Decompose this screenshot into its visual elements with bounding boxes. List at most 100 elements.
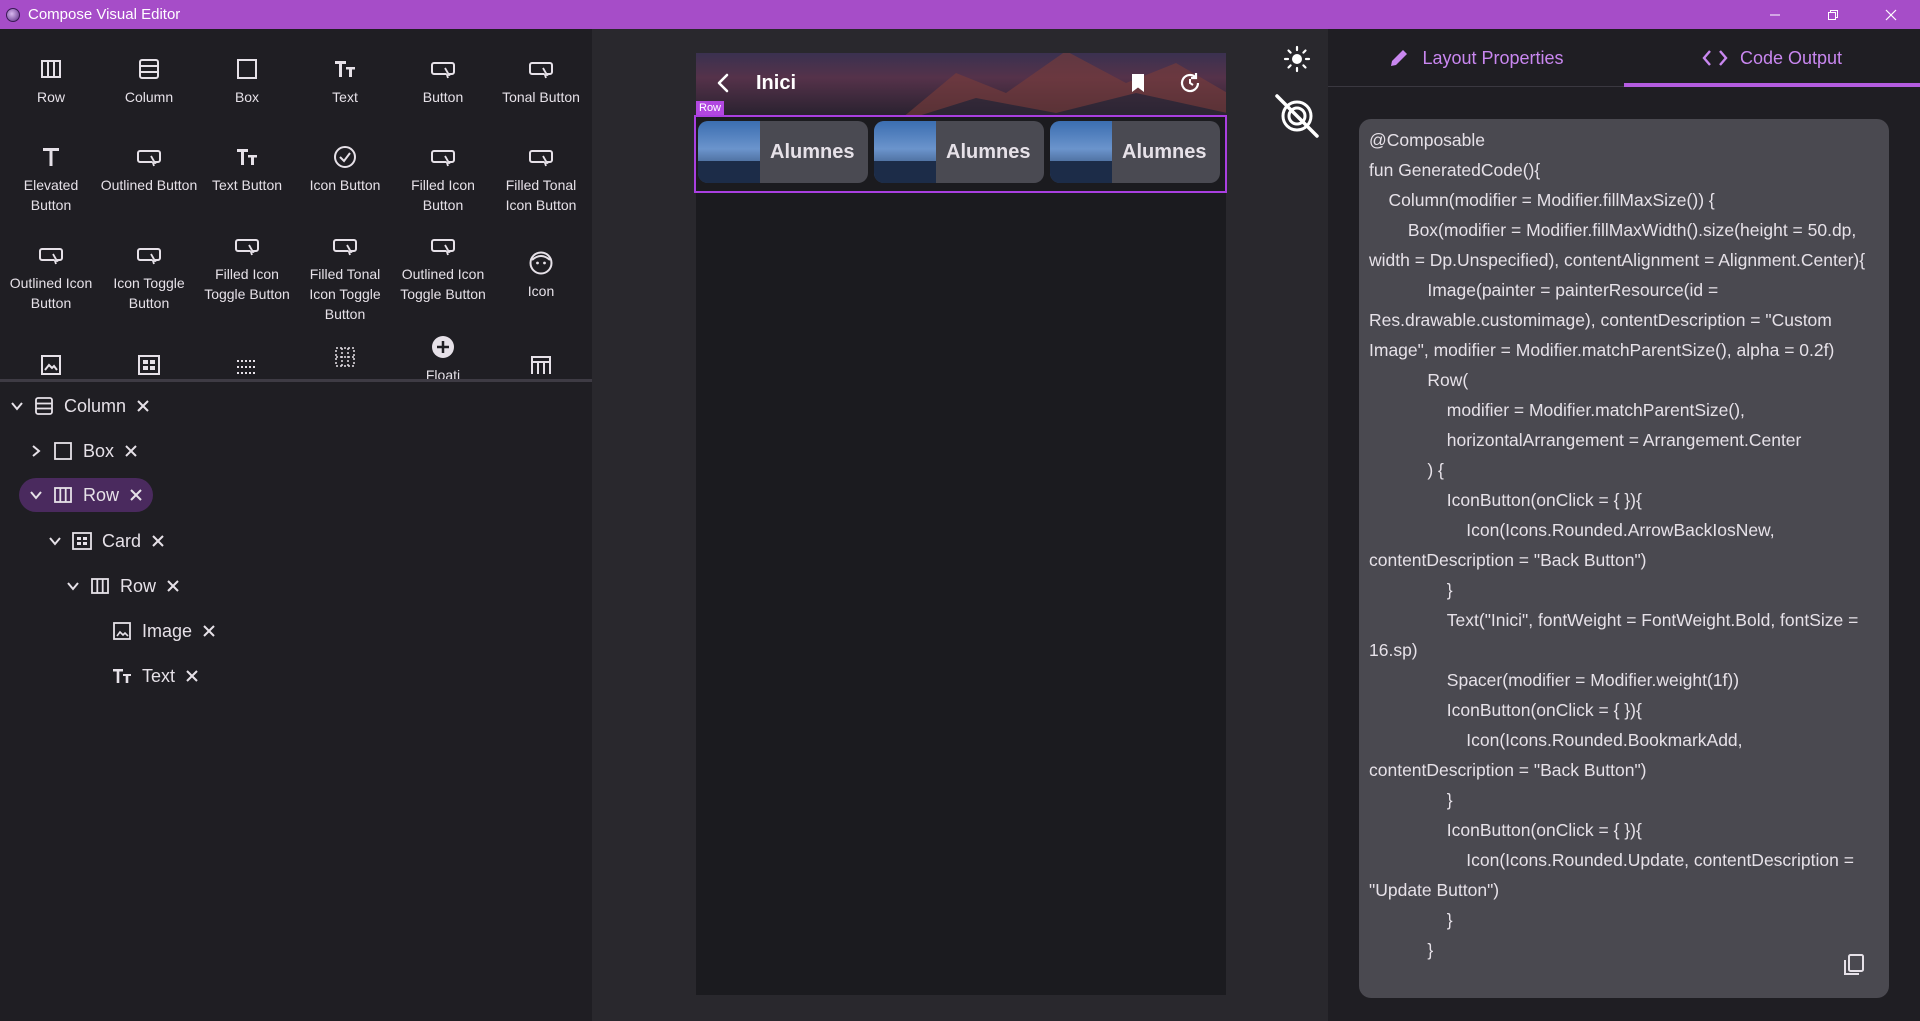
- palette-item-card[interactable]: [100, 351, 198, 379]
- palette-item-filled-tonal-icon-button[interactable]: Filled Tonal Icon Button: [492, 143, 590, 215]
- palette-item-row[interactable]: Row: [2, 55, 100, 107]
- bookmark-icon[interactable]: [1126, 71, 1150, 95]
- preview-top-bar[interactable]: Inici Row: [696, 53, 1226, 115]
- palette-item-grid-dots[interactable]: [198, 351, 296, 379]
- close-icon[interactable]: [183, 667, 201, 685]
- text-icon: [112, 666, 132, 686]
- minimize-button[interactable]: [1746, 0, 1804, 29]
- tab-layout-properties[interactable]: Layout Properties: [1328, 29, 1624, 87]
- palette-item-label: Tonal Button: [502, 89, 580, 105]
- palette-item-image[interactable]: [2, 351, 100, 379]
- pencil-icon: [1388, 47, 1410, 69]
- selected-row-outline[interactable]: Alumnes Alumnes Alumnes: [694, 115, 1227, 193]
- chevron-down-icon[interactable]: [64, 577, 82, 595]
- palette-item-outlined-icon-button[interactable]: Outlined Icon Button: [2, 241, 100, 313]
- tree-node-row[interactable]: Row: [64, 569, 182, 603]
- text-icon: [331, 55, 359, 83]
- chevron-down-icon[interactable]: [27, 486, 45, 504]
- palette-item-filled-icon-button[interactable]: Filled Icon Button: [394, 143, 492, 215]
- card-icon: [72, 531, 92, 551]
- close-icon[interactable]: [127, 486, 145, 504]
- palette-item-text-button[interactable]: Text Button: [198, 143, 296, 195]
- theme-toggle-button[interactable]: [1277, 39, 1317, 79]
- preview-card[interactable]: Alumnes: [874, 121, 1044, 183]
- row-icon: [37, 55, 65, 83]
- palette-item-label: Column: [124, 89, 174, 105]
- tree-node-column[interactable]: Column: [8, 389, 152, 423]
- tree-node-box[interactable]: Box: [27, 434, 140, 468]
- face-icon: [527, 249, 555, 277]
- palette-item-outlined-button[interactable]: Outlined Button: [100, 143, 198, 195]
- palette-item-tonal-button[interactable]: Tonal Button: [492, 55, 590, 107]
- tree-node-text[interactable]: Text: [104, 659, 201, 693]
- tree-node-label: Column: [64, 395, 127, 416]
- palette-item-label: Button: [422, 89, 464, 105]
- back-arrow-icon[interactable]: [712, 71, 736, 95]
- close-button[interactable]: [1862, 0, 1920, 29]
- tree-node-label: Image: [142, 620, 193, 641]
- chevron-down-icon[interactable]: [8, 397, 26, 415]
- chevron-right-icon[interactable]: [27, 442, 45, 460]
- close-icon[interactable]: [149, 532, 167, 550]
- grid-icon: [331, 343, 359, 371]
- palette-item-icon[interactable]: Icon: [492, 249, 590, 301]
- palette-item-table[interactable]: [492, 351, 590, 379]
- palette-item-button[interactable]: Button: [394, 55, 492, 107]
- palette-item-icon-button[interactable]: Icon Button: [296, 143, 394, 195]
- update-icon[interactable]: [1178, 71, 1202, 95]
- button-icon: [135, 241, 163, 269]
- chevron-down-icon[interactable]: [46, 532, 64, 550]
- palette-item-label: Icon: [527, 283, 555, 299]
- preview-title: Inici: [756, 72, 797, 94]
- card-image: [874, 121, 936, 183]
- tree-node-label: Box: [83, 440, 115, 461]
- palette-item-box[interactable]: Box: [198, 55, 296, 107]
- code-icon: [1702, 47, 1728, 69]
- palette-item-icon-toggle-button[interactable]: Icon Toggle Button: [100, 241, 198, 313]
- preview-card[interactable]: Alumnes: [1050, 121, 1220, 183]
- palette-item-floating-action-button[interactable]: Floati: [394, 333, 492, 379]
- tree-node-label: Card: [102, 530, 142, 551]
- palette-item-text[interactable]: Text: [296, 55, 394, 107]
- card-text: Alumnes: [946, 140, 1031, 163]
- preview-card[interactable]: Alumnes: [698, 121, 868, 183]
- device-preview[interactable]: Inici Row Alumnes Alumnes Alumnes: [694, 53, 1227, 995]
- close-icon[interactable]: [200, 622, 218, 640]
- grid-dots-icon: [233, 351, 261, 379]
- card-text: Alumnes: [770, 140, 855, 163]
- palette-item-label: Floati: [425, 367, 461, 379]
- palette-item-column[interactable]: Column: [100, 55, 198, 107]
- tree-node-row-selected[interactable]: Row: [19, 478, 154, 512]
- palette-item-filled-icon-toggle-button[interactable]: Filled Icon Toggle Button: [198, 232, 296, 304]
- right-panel: Layout Properties Code Output @Composabl…: [1328, 29, 1920, 1021]
- button-icon: [331, 232, 359, 260]
- palette-item-outlined-icon-toggle-button[interactable]: Outlined Icon Toggle Button: [394, 232, 492, 304]
- palette-item-elevated-button[interactable]: Elevated Button: [2, 143, 100, 215]
- selected-row-tag: Row: [696, 101, 725, 115]
- palette-item-grid[interactable]: [296, 343, 394, 375]
- button-icon: [429, 55, 457, 83]
- tab-code-output[interactable]: Code Output: [1624, 29, 1920, 87]
- generated-code[interactable]: @Composable fun GeneratedCode(){ Column(…: [1359, 125, 1889, 965]
- button-icon: [527, 55, 555, 83]
- button-icon: [429, 143, 457, 171]
- restore-button[interactable]: [1804, 0, 1862, 29]
- active-tab-indicator: [1624, 83, 1920, 87]
- palette-item-label: Row: [36, 89, 65, 105]
- title-bar: Compose Visual Editor: [0, 0, 1920, 29]
- row-icon: [90, 576, 110, 596]
- palette-item-label: Box: [234, 89, 260, 105]
- palette-divider: [0, 379, 592, 382]
- restore-icon: [1828, 9, 1838, 20]
- visibility-toggle-button[interactable]: [1272, 91, 1322, 141]
- code-output-box[interactable]: @Composable fun GeneratedCode(){ Column(…: [1359, 119, 1889, 998]
- close-icon[interactable]: [164, 577, 182, 595]
- tab-label: Layout Properties: [1422, 47, 1564, 68]
- close-icon[interactable]: [134, 397, 152, 415]
- copy-icon[interactable]: [1841, 952, 1867, 978]
- close-icon[interactable]: [122, 442, 140, 460]
- tree-node-card[interactable]: Card: [46, 524, 167, 558]
- palette-item-filled-tonal-icon-toggle-button[interactable]: Filled Tonal Icon Toggle Button: [296, 232, 394, 324]
- tree-node-image[interactable]: Image: [104, 614, 218, 648]
- card-image: [1050, 121, 1112, 183]
